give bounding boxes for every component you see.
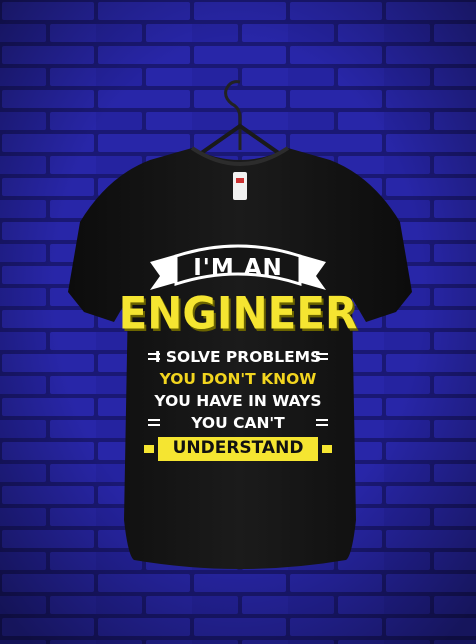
understand-bar — [158, 437, 318, 461]
product-mockup: I'M AN ENGINEER I SOLVE PROBLEMS YOU DON… — [0, 0, 476, 644]
shirt-tag — [233, 172, 247, 200]
brick-wall — [0, 0, 476, 644]
